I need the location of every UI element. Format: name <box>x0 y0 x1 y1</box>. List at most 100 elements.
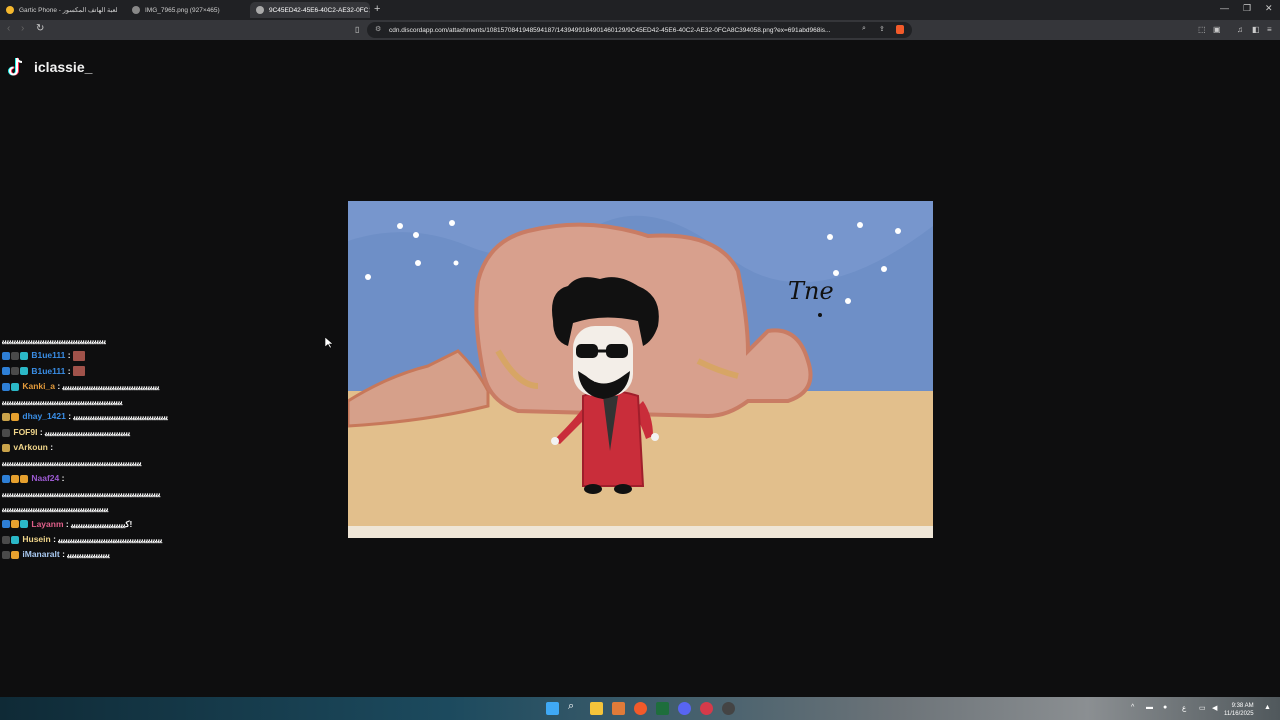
chat-overlay: ﯾﯾﯾﯾﯾﯾﯾﯾﯾﯾﯾﯾﯾﯾﯾﯾﯾﯾﯾﯾﯾﯾﯾﯾﯾﯾﯾﯾﯾﯾﯾﯾﯾﯾﯾﯾﯾﯾﯾﯾ… <box>2 333 342 562</box>
windows-taskbar: ⌕ ^ ▬ ● ع ▭ ◀ ▲ <box>0 697 1280 720</box>
brave-shield-icon[interactable] <box>896 25 904 34</box>
tab-discord-image[interactable]: 9C45ED42-45E6-40C2-AE32-0FC ✕ <box>250 2 370 18</box>
url-text[interactable]: cdn.discordapp.com/attachments/108157084… <box>389 27 859 34</box>
clock-time: 9:38 AM <box>1231 703 1254 709</box>
volume-icon[interactable]: ◀ <box>1212 704 1217 712</box>
browser-toolbar: ‹ › ↻ ▯ ⚙ cdn.discordapp.com/attachments… <box>0 20 1280 40</box>
chat-badges <box>2 532 20 547</box>
tray-chevron-icon[interactable]: ^ <box>1131 704 1134 711</box>
chat-message-text: ﯾﯾﯾﯾﯾﯾﯾﯾﯾﯾﯾﯾﯾﯾﯾﯾﯾﯾﯾﯾﯾﯾﯾﯾﯾﯾﯾﯾﯾﯾﯾﯾﯾﯾﯾﯾﯾﯾﯾﯾ… <box>2 396 123 407</box>
mouse-cursor-icon <box>325 337 333 349</box>
chat-message: ﯾﯾﯾﯾﯾﯾﯾﯾﯾﯾﯾﯾﯾﯾﯾﯾﯾﯾﯾﯾﯾﯾﯾﯾﯾﯾﯾﯾﯾﯾﯾﯾﯾﯾﯾﯾﯾﯾﯾﯾ… <box>2 486 342 501</box>
chat-badge-icon <box>2 413 10 422</box>
tab-title: Gartic Phone - لعبة الهاتف المكسور <box>19 7 118 14</box>
address-bar[interactable]: ⚙ cdn.discordapp.com/attachments/1081570… <box>367 22 912 38</box>
chat-message: iManaralt : ﯾﯾﯾﯾﯾﯾﯾﯾﯾﯾﯾﯾﯾﯾﯾﯾﯾﯾ <box>2 547 342 562</box>
app-icon-3[interactable] <box>722 702 735 715</box>
terminal-icon[interactable] <box>656 702 669 715</box>
chat-message: ﯾﯾﯾﯾﯾﯾﯾﯾﯾﯾﯾﯾﯾﯾﯾﯾﯾﯾﯾﯾﯾﯾﯾﯾﯾﯾﯾﯾﯾﯾﯾﯾﯾﯾﯾﯾﯾﯾﯾﯾ… <box>2 394 342 409</box>
zoom-icon[interactable]: ⌕ <box>862 25 866 33</box>
start-icon[interactable] <box>546 702 559 715</box>
chat-emote-icon <box>72 366 85 377</box>
chat-badge-icon <box>11 382 19 391</box>
file-explorer-icon[interactable] <box>590 702 603 715</box>
system-clock[interactable]: 9:38 AM 11/16/2025 <box>1224 702 1254 718</box>
menu-icon[interactable]: ≡ <box>1267 25 1272 34</box>
bookmark-icon[interactable]: ▯ <box>355 25 359 34</box>
language-indicator[interactable]: ع <box>1182 704 1186 712</box>
channel-name: iclassie_ <box>34 59 93 75</box>
sidebar-icon[interactable]: ◧ <box>1252 25 1260 34</box>
chat-message: Naaf24 : <box>2 471 342 486</box>
chat-username[interactable]: Kanki_a <box>22 381 55 391</box>
chat-username[interactable]: B1ue111 <box>31 366 65 376</box>
back-icon[interactable]: ‹ <box>7 23 10 34</box>
search-icon[interactable]: ⌕ <box>568 700 581 713</box>
chat-badge-icon <box>2 535 10 544</box>
network-icon[interactable]: ▭ <box>1199 704 1206 712</box>
chat-badge-icon <box>2 551 10 559</box>
minimize-icon[interactable]: — <box>1220 3 1229 13</box>
chat-username[interactable]: Husein <box>22 534 50 544</box>
chat-badges <box>2 517 29 532</box>
chat-message-text: ﯾﯾﯾﯾﯾﯾﯾﯾﯾﯾﯾﯾﯾﯾﯾﯾﯾﯾﯾﯾﯾﯾﯾﯾﯾﯾﯾﯾﯾﯾﯾﯾﯾﯾﯾﯾﯾﯾﯾﯾ… <box>2 457 142 468</box>
brave-icon[interactable] <box>634 702 647 715</box>
chat-badges <box>2 410 20 425</box>
chat-message: vArkoun : <box>2 440 342 455</box>
chat-username[interactable]: B1ue111 <box>31 350 65 360</box>
chat-message: Layanm : ﮐﯾﯾﯾﯾﯾﯾﯾﯾﯾﯾﯾﯾﯾﯾﯾﯾﯾﯾﯾﯾﯾﯾﯾ! <box>2 517 342 532</box>
chat-message-text: ﯾﯾﯾﯾﯾﯾﯾﯾﯾﯾﯾﯾﯾﯾﯾﯾﯾﯾﯾﯾﯾﯾﯾﯾﯾﯾﯾﯾﯾﯾﯾﯾﯾﯾﯾﯾﯾﯾﯾﯾ… <box>58 533 163 544</box>
image-favicon-icon <box>132 6 140 14</box>
reload-icon[interactable]: ↻ <box>36 23 44 34</box>
tab-gartic-phone[interactable]: Gartic Phone - لعبة الهاتف المكسور <box>0 2 122 18</box>
new-tab-button[interactable]: + <box>374 3 380 15</box>
chat-badge-icon <box>2 428 10 437</box>
chat-username[interactable]: FOF9I <box>13 427 37 437</box>
tray-app-icon[interactable]: ▬ <box>1146 704 1153 711</box>
app-icon-2[interactable] <box>700 702 713 715</box>
chat-message: ﯾﯾﯾﯾﯾﯾﯾﯾﯾﯾﯾﯾﯾﯾﯾﯾﯾﯾﯾﯾﯾﯾﯾﯾﯾﯾﯾﯾﯾﯾﯾﯾﯾﯾﯾﯾﯾﯾﯾﯾ… <box>2 501 342 516</box>
chat-username[interactable]: dhay_1421 <box>22 411 65 421</box>
browser-tab-bar: Gartic Phone - لعبة الهاتف المكسور IMG_7… <box>0 0 1280 20</box>
close-window-icon[interactable]: ✕ <box>1265 3 1273 14</box>
scribble-text: Tne <box>788 277 834 305</box>
discord-icon[interactable] <box>678 702 691 715</box>
chat-badge-icon <box>2 367 10 376</box>
site-info-icon[interactable]: ⚙ <box>375 25 381 33</box>
tab-img-7965[interactable]: IMG_7965.png (927×465) <box>126 2 246 18</box>
chat-badges <box>2 440 11 455</box>
chat-message-text: ﯾﯾﯾﯾﯾﯾﯾﯾﯾﯾﯾﯾﯾﯾﯾﯾﯾﯾﯾﯾﯾﯾﯾﯾﯾﯾﯾﯾﯾﯾﯾﯾﯾﯾﯾﯾﯾﯾﯾﯾ… <box>2 503 109 514</box>
chat-username[interactable]: Naaf24 <box>31 473 59 483</box>
tab-title: 9C45ED42-45E6-40C2-AE32-0FC <box>269 6 369 14</box>
forward-icon[interactable]: › <box>21 23 24 34</box>
gartic-drawing-image: Tne <box>348 201 933 538</box>
chat-badges <box>2 379 20 394</box>
tab-title: IMG_7965.png (927×465) <box>145 6 220 14</box>
chat-separator: : <box>65 365 73 376</box>
microphone-icon[interactable]: ● <box>1163 704 1167 711</box>
media-icon[interactable]: ♫ <box>1237 25 1243 34</box>
chat-message-text: ﯾﯾﯾﯾﯾﯾﯾﯾﯾﯾﯾﯾﯾﯾﯾﯾﯾﯾﯾﯾﯾﯾﯾﯾﯾﯾﯾﯾﯾﯾﯾﯾﯾﯾﯾﯾﯾﯾﯾﯾ… <box>62 380 161 391</box>
chat-badge-icon <box>2 520 10 529</box>
chat-badge-icon <box>20 367 28 376</box>
chat-separator: : <box>37 426 46 437</box>
chat-badge-icon <box>20 474 28 483</box>
chat-message-text: ﯾﯾﯾﯾﯾﯾﯾﯾﯾﯾﯾﯾﯾﯾﯾﯾﯾﯾﯾﯾﯾﯾﯾﯾﯾﯾﯾﯾﯾﯾﯾﯾﯾﯾﯾﯾﯾﯾﯾﯾ <box>73 411 169 422</box>
chat-badges <box>2 348 29 363</box>
chat-username[interactable]: iManaralt <box>22 549 59 559</box>
app-icon[interactable] <box>612 702 625 715</box>
chat-message-text: ﯾﯾﯾﯾﯾﯾﯾﯾﯾﯾﯾﯾﯾﯾﯾﯾﯾﯾﯾﯾﯾﯾﯾﯾﯾﯾﯾﯾﯾﯾﯾﯾﯾﯾﯾﯾﯾﯾﯾﯾ… <box>2 335 107 345</box>
tiktok-logo-icon <box>8 56 26 78</box>
chat-separator: : <box>59 472 65 483</box>
restore-icon[interactable]: ❐ <box>1243 3 1251 14</box>
chat-badge-icon <box>2 382 10 391</box>
wallet-icon[interactable]: ▣ <box>1213 25 1221 34</box>
chat-badge-icon <box>11 352 19 361</box>
close-tab-icon[interactable]: ✕ <box>368 6 370 15</box>
extensions-icon[interactable]: ⬚ <box>1198 25 1206 34</box>
chat-username[interactable]: Layanm <box>31 519 63 529</box>
share-icon[interactable]: ⇪ <box>879 25 885 33</box>
chat-username[interactable]: vArkoun <box>13 442 47 452</box>
chat-message-text: ﯾﯾﯾﯾﯾﯾﯾﯾﯾﯾﯾﯾﯾﯾﯾﯾﯾﯾ <box>67 549 110 560</box>
notification-icon[interactable]: ▲ <box>1264 704 1271 711</box>
